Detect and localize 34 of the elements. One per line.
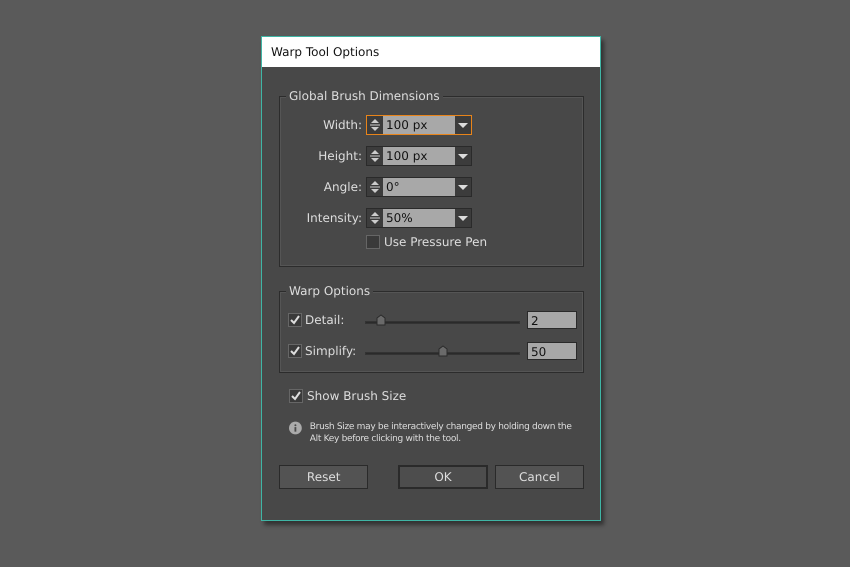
value-field[interactable]: 2 (527, 311, 577, 329)
spin-arrows-icon[interactable] (367, 147, 383, 165)
value-field[interactable]: 50 (527, 342, 577, 360)
dialog-button[interactable]: Reset (279, 465, 368, 489)
checkbox[interactable] (366, 235, 380, 249)
field-label: Intensity: (306, 211, 363, 225)
slider-thumb[interactable] (376, 314, 386, 326)
field-label: Width: (322, 118, 363, 132)
checkbox-label: Use Pressure Pen (384, 235, 488, 249)
group-title: Warp Options (286, 284, 374, 298)
checkbox[interactable] (288, 313, 302, 327)
field-label: Angle: (322, 180, 363, 194)
spinner-field[interactable]: 100 px (366, 146, 472, 166)
slider-thumb[interactable] (438, 345, 448, 357)
spin-arrows-icon[interactable] (367, 116, 383, 134)
spin-arrows-icon[interactable] (367, 178, 383, 196)
spinner-field[interactable]: 50% (366, 208, 472, 228)
field-label: Height: (317, 149, 363, 163)
checkbox-label: Show Brush Size (307, 389, 406, 403)
group-title: Global Brush Dimensions (286, 89, 443, 103)
checkbox-label: Detail: (305, 313, 346, 327)
checkbox[interactable] (289, 389, 303, 403)
slider[interactable] (365, 344, 520, 358)
window-title: Warp Tool Options (262, 37, 600, 67)
dialog-button[interactable]: OK (398, 465, 488, 489)
spin-arrows-icon[interactable] (367, 209, 383, 227)
dialog-button[interactable]: Cancel (494, 465, 584, 489)
info-icon (289, 421, 302, 435)
slider[interactable] (365, 313, 520, 327)
info-text: Brush Size may be interactively changed by holding down the Alt Key before clicking with the tool. (310, 421, 573, 445)
checkbox[interactable] (288, 344, 302, 358)
checkbox-label: Simplify: (305, 344, 358, 358)
spinner-field[interactable]: 0° (366, 177, 472, 197)
spinner-field[interactable]: 100 px (366, 115, 472, 135)
